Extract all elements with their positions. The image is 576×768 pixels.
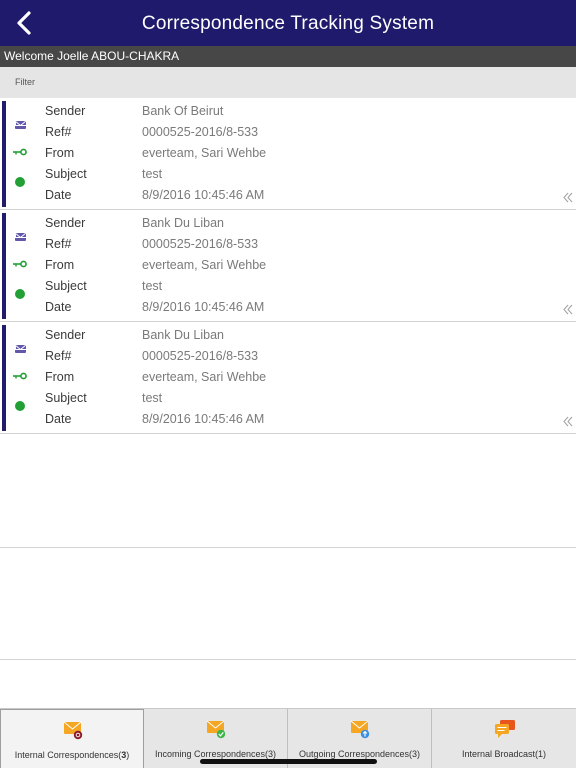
subject-value: test xyxy=(142,279,163,293)
item-accent-bar xyxy=(2,101,6,207)
subject-label: Subject xyxy=(45,391,87,405)
date-label: Date xyxy=(45,300,72,314)
date-value: 8/9/2016 10:45:46 AM xyxy=(142,300,265,314)
correspondence-item[interactable]: Sender Bank Du Liban Ref# 0000525-2016/8… xyxy=(0,210,576,322)
tab-label: Internal Correspondences(3) xyxy=(14,750,130,760)
double-chevron-left-icon[interactable] xyxy=(563,304,574,315)
from-label: From xyxy=(45,258,75,272)
from-label: From xyxy=(45,370,75,384)
tab-label: Incoming Correspondences(3) xyxy=(154,749,277,759)
app-header: Correspondence Tracking System xyxy=(0,0,576,46)
filter-button[interactable]: Filter xyxy=(0,67,576,98)
tab-internal-correspondences[interactable]: Internal Correspondences(3) xyxy=(0,709,144,768)
envelope-icon xyxy=(15,121,26,129)
page-title: Correspondence Tracking System xyxy=(141,13,435,34)
ref-value: 0000525-2016/8-533 xyxy=(142,237,259,251)
date-value: 8/9/2016 10:45:46 AM xyxy=(142,412,265,426)
sender-value: Bank Of Beirut xyxy=(142,104,224,118)
subject-label: Subject xyxy=(45,279,87,293)
item-accent-bar xyxy=(2,325,6,431)
ref-label: Ref# xyxy=(45,349,72,363)
from-value: everteam, Sari Wehbe xyxy=(142,370,267,384)
internal-mail-icon xyxy=(63,721,83,740)
ref-label: Ref# xyxy=(45,125,72,139)
outgoing-mail-icon xyxy=(350,720,370,739)
key-icon xyxy=(13,260,27,268)
broadcast-chat-icon xyxy=(495,720,515,738)
subject-label: Subject xyxy=(45,167,87,181)
tab-label: Internal Broadcast(1) xyxy=(461,749,547,759)
list-divider xyxy=(0,547,576,548)
subject-value: test xyxy=(142,391,163,405)
double-chevron-left-icon[interactable] xyxy=(563,192,574,203)
tab-internal-broadcast[interactable]: Internal Broadcast(1) xyxy=(432,709,576,768)
status-dot-icon xyxy=(15,289,25,299)
status-dot-icon xyxy=(15,177,25,187)
from-value: everteam, Sari Wehbe xyxy=(142,146,267,160)
item-accent-bar xyxy=(2,213,6,319)
envelope-icon xyxy=(15,345,26,353)
double-chevron-left-icon[interactable] xyxy=(563,416,574,427)
key-icon xyxy=(13,148,27,156)
date-value: 8/9/2016 10:45:46 AM xyxy=(142,188,265,202)
from-value: everteam, Sari Wehbe xyxy=(142,258,267,272)
subject-value: test xyxy=(142,167,163,181)
incoming-mail-icon xyxy=(206,720,226,739)
ref-label: Ref# xyxy=(45,237,72,251)
welcome-banner: Welcome Joelle ABOU-CHAKRA xyxy=(0,46,576,67)
tab-label: Outgoing Correspondences(3) xyxy=(298,749,421,759)
sender-label: Sender xyxy=(45,104,86,118)
sender-value: Bank Du Liban xyxy=(142,216,225,230)
correspondence-item[interactable]: Sender Bank Du Liban Ref# 0000525-2016/8… xyxy=(0,322,576,434)
date-label: Date xyxy=(45,188,72,202)
ref-value: 0000525-2016/8-533 xyxy=(142,349,259,363)
key-icon xyxy=(13,372,27,380)
date-label: Date xyxy=(45,412,72,426)
sender-label: Sender xyxy=(45,216,86,230)
ref-value: 0000525-2016/8-533 xyxy=(142,125,259,139)
sender-value: Bank Du Liban xyxy=(142,328,225,342)
from-label: From xyxy=(45,146,75,160)
envelope-icon xyxy=(15,233,26,241)
correspondence-item[interactable]: Sender Bank Of Beirut Ref# 0000525-2016/… xyxy=(0,98,576,210)
list-divider xyxy=(0,659,576,660)
correspondence-list: Sender Bank Of Beirut Ref# 0000525-2016/… xyxy=(0,98,576,434)
sender-label: Sender xyxy=(45,328,86,342)
status-dot-icon xyxy=(15,401,25,411)
home-indicator[interactable] xyxy=(200,759,377,764)
